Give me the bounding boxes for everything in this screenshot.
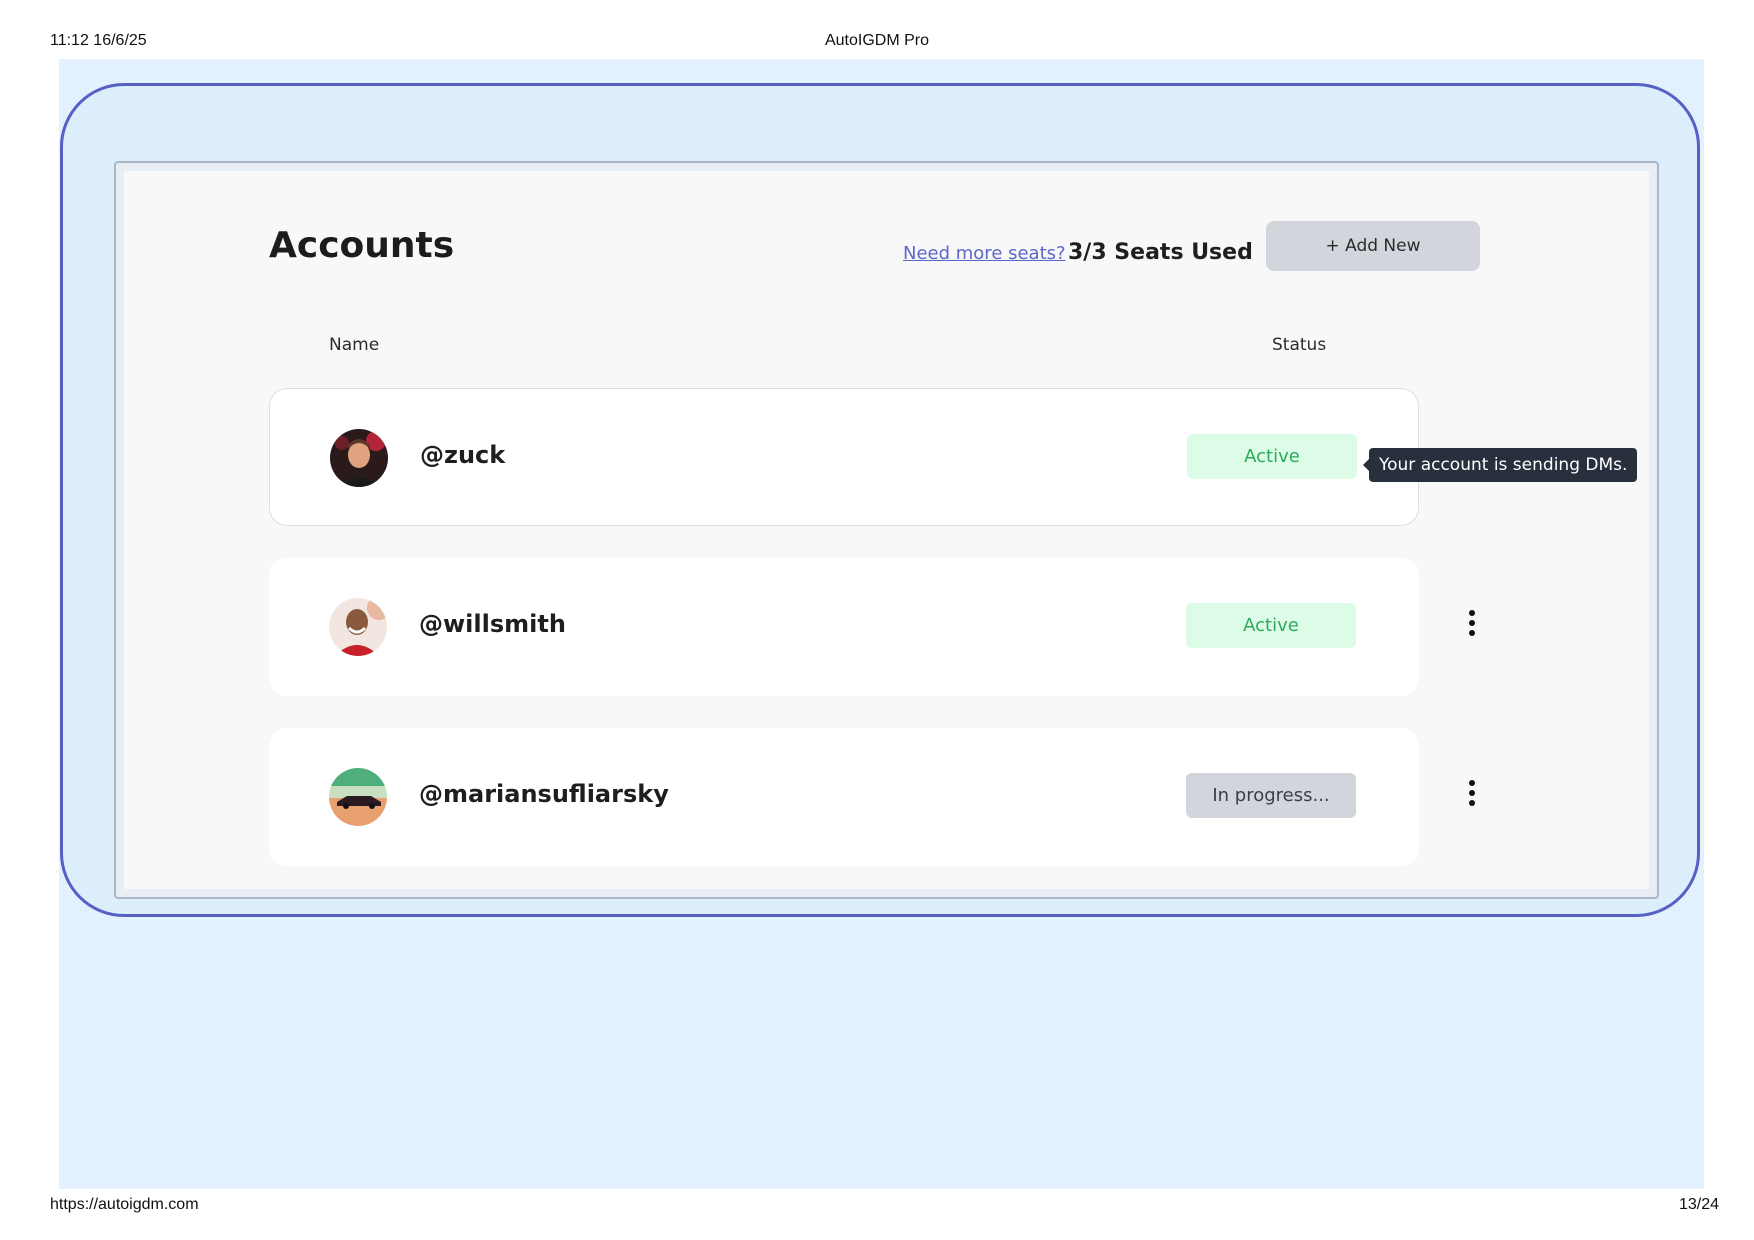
add-new-button[interactable]: + Add New xyxy=(1266,221,1480,271)
kebab-menu-icon[interactable] xyxy=(1462,780,1482,814)
column-header-status: Status xyxy=(1272,335,1327,355)
avatar xyxy=(329,768,387,826)
print-page-number: 13/24 xyxy=(1678,1196,1719,1213)
account-handle: @mariansufliarsky xyxy=(419,780,669,808)
accounts-panel: Accounts Need more seats? 3/3 Seats Used… xyxy=(124,171,1649,889)
account-handle: @zuck xyxy=(420,441,506,469)
page-title: Accounts xyxy=(269,225,455,266)
status-tooltip: Your account is sending DMs. xyxy=(1362,448,1638,482)
app-window: Accounts Need more seats? 3/3 Seats Used… xyxy=(114,161,1659,899)
screenshot-canvas: Accounts Need more seats? 3/3 Seats Used… xyxy=(59,59,1704,1189)
status-badge: Active xyxy=(1187,434,1357,479)
print-title: AutoIGDM Pro xyxy=(824,32,930,49)
account-handle: @willsmith xyxy=(419,610,566,638)
account-row[interactable]: @mariansufliarsky In progress... xyxy=(269,728,1475,866)
kebab-menu-icon[interactable] xyxy=(1462,610,1482,644)
account-row[interactable]: @zuck Active xyxy=(269,388,1419,526)
status-badge: In progress... xyxy=(1186,773,1356,818)
account-row[interactable]: @willsmith Active xyxy=(269,558,1475,696)
avatar xyxy=(329,598,387,656)
avatar xyxy=(330,429,388,487)
seats-used-count: 3/3 Seats Used xyxy=(1068,240,1253,265)
column-header-name: Name xyxy=(329,335,380,355)
device-frame: Accounts Need more seats? 3/3 Seats Used… xyxy=(60,83,1700,917)
need-more-seats-link[interactable]: Need more seats? xyxy=(903,243,1066,264)
print-url: https://autoigdm.com xyxy=(50,1196,199,1213)
status-badge: Active xyxy=(1186,603,1356,648)
